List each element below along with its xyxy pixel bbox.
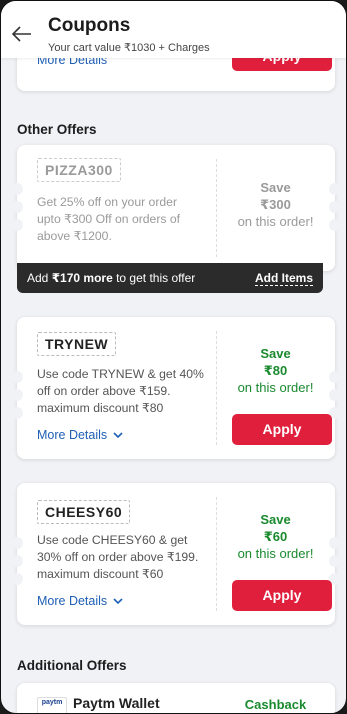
paytm-logo: paytm xyxy=(37,697,67,713)
header: Coupons Your cart value ₹1030 + Charges xyxy=(1,1,346,58)
apply-button[interactable]: Apply xyxy=(232,580,332,611)
coupon-card-trynew: TRYNEW Use code TRYNEW & get 40% off on … xyxy=(11,317,341,459)
coupon-description: Get 25% off on your order upto ₹300 Off … xyxy=(37,195,181,243)
section-additional-offers: Additional Offers xyxy=(17,658,127,673)
add-items-link[interactable]: Add Items xyxy=(254,271,313,286)
save-amount-block: Save ₹80 on this order! xyxy=(237,346,314,395)
save-amount-block: Save ₹300 on this order! xyxy=(237,180,314,229)
coupon-description: Use code CHEESY60 & get 30% off on order… xyxy=(37,533,199,581)
section-other-offers: Other Offers xyxy=(17,122,97,137)
back-arrow-icon[interactable] xyxy=(11,23,33,45)
more-details-link[interactable]: More Details xyxy=(37,594,123,608)
coupon-code: PIZZA300 xyxy=(37,158,121,182)
offer-name: Paytm Wallet xyxy=(73,695,160,711)
coupon-code: CHEESY60 xyxy=(37,500,131,524)
cart-value-subtitle: Your cart value ₹1030 + Charges xyxy=(48,42,210,54)
page-title: Coupons xyxy=(48,15,131,36)
coupon-card-cheesy60: CHEESY60 Use code CHEESY60 & get 30% off… xyxy=(11,483,341,625)
coupon-description: Use code TRYNEW & get 40% off on order a… xyxy=(37,367,204,415)
chevron-down-icon xyxy=(113,432,123,439)
save-amount-block: Save ₹60 on this order! xyxy=(237,512,314,561)
coupon-card-pizza300: PIZZA300 Get 25% off on your order upto … xyxy=(11,145,341,271)
more-details-link[interactable]: More Details xyxy=(37,428,123,442)
cashback-label: Cashback xyxy=(244,697,307,712)
additional-offer-card: paytm Paytm Wallet Cashback xyxy=(17,683,335,713)
unlock-message: Add ₹170 more to get this offer xyxy=(27,271,196,285)
apply-button[interactable]: Apply xyxy=(232,414,332,445)
coupons-screen: Coupons Your cart value ₹1030 + Charges … xyxy=(0,0,347,714)
coupon-code: TRYNEW xyxy=(37,332,117,356)
unlock-offer-bar: Add ₹170 more to get this offer Add Item… xyxy=(17,263,323,293)
chevron-down-icon xyxy=(113,598,123,605)
